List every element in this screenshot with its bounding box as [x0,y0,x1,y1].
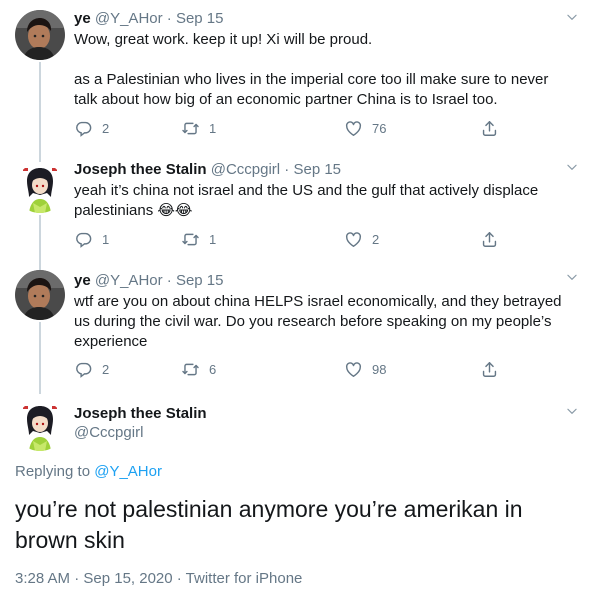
display-name[interactable]: Joseph thee Stalin [74,404,207,423]
display-name[interactable]: ye [74,272,91,289]
share-button[interactable] [480,230,499,249]
retweet-icon [181,360,200,379]
tweet-text-line: yeah it’s china not israel and the US an… [74,182,539,219]
user-handle[interactable]: @Y_AHor [95,10,163,27]
tweet-text-line: Wow, great work. keep it up! Xi will be … [74,31,373,48]
reply-count: 2 [102,121,110,136]
reply-count: 1 [102,232,110,247]
main-tweet-text: you’re not palestinian anymore you’re am… [15,496,523,553]
retweet-button[interactable]: 1 [181,230,216,249]
reply-count: 2 [102,362,110,377]
retweet-count: 1 [209,232,217,247]
tweet-header: ye @Y_AHor · Sep 15 [74,271,563,291]
chevron-down-icon[interactable] [565,160,579,174]
reply-icon [74,360,93,379]
tweet-header: ye @Y_AHor · Sep 15 [74,9,563,29]
replying-to-link[interactable]: @Y_AHor [94,463,162,480]
display-name[interactable]: Joseph thee Stalin [74,161,207,178]
reply-icon [74,119,93,138]
share-button[interactable] [480,119,499,138]
avatar[interactable] [15,401,65,451]
avatar[interactable] [15,270,65,320]
user-handle[interactable]: @Y_AHor [95,272,163,289]
retweet-button[interactable]: 1 [181,119,216,138]
like-count: 76 [372,121,387,136]
like-icon [344,230,363,249]
separator: · [284,161,290,178]
reply-icon [74,230,93,249]
thread-line [39,62,41,162]
reply-button[interactable]: 2 [74,360,109,379]
tweet-text: Wow, great work. keep it up! Xi will be … [74,30,563,110]
tweet-text: yeah it’s china not israel and the US an… [74,181,563,221]
thread-line [39,215,41,270]
separator: · [166,10,172,27]
chevron-down-icon[interactable] [565,270,579,284]
tweet-header: Joseph thee Stalin @Cccpgirl · Sep 15 [74,160,563,180]
tweet-text-line: as a Palestinian who lives in the imperi… [74,71,549,108]
reply-button[interactable]: 1 [74,230,109,249]
like-button[interactable]: 2 [344,230,379,249]
like-icon [344,119,363,138]
chevron-down-icon[interactable] [565,404,579,418]
share-icon [480,230,499,249]
chevron-down-icon[interactable] [565,10,579,24]
avatar[interactable] [15,163,65,213]
avatar[interactable] [15,10,65,60]
tweet-actions: 2 6 98 [74,360,524,380]
tweet-text: wtf are you on about china HELPS israel … [74,292,563,352]
replying-prefix: Replying to [15,463,91,480]
user-handle[interactable]: @Cccpgirl [74,423,207,443]
tweet-text-line: wtf are you on about china HELPS israel … [74,293,562,350]
share-icon [480,119,499,138]
user-handle[interactable]: @Cccpgirl [211,161,280,178]
tweet-date[interactable]: Sep 15 [176,272,224,289]
replying-to: Replying to @Y_AHor [15,463,162,480]
retweet-icon [181,230,200,249]
tweet-actions: 1 1 2 [74,230,524,250]
main-tweet-header: Joseph thee Stalin @Cccpgirl [74,404,207,443]
display-name[interactable]: ye [74,10,91,27]
tweet-actions: 2 1 76 [74,119,524,139]
thread-line [39,322,41,394]
separator: · [166,272,172,289]
like-icon [344,360,363,379]
share-icon [480,360,499,379]
like-button[interactable]: 76 [344,119,386,138]
share-button[interactable] [480,360,499,379]
retweet-button[interactable]: 6 [181,360,216,379]
like-button[interactable]: 98 [344,360,386,379]
like-count: 2 [372,232,380,247]
like-count: 98 [372,362,387,377]
tweet-date[interactable]: Sep 15 [293,161,341,178]
reply-button[interactable]: 2 [74,119,109,138]
retweet-count: 1 [209,121,217,136]
tweet-meta[interactable]: 3:28 AM · Sep 15, 2020 · Twitter for iPh… [15,570,302,587]
retweet-count: 6 [209,362,217,377]
tweet-date[interactable]: Sep 15 [176,10,224,27]
retweet-icon [181,119,200,138]
